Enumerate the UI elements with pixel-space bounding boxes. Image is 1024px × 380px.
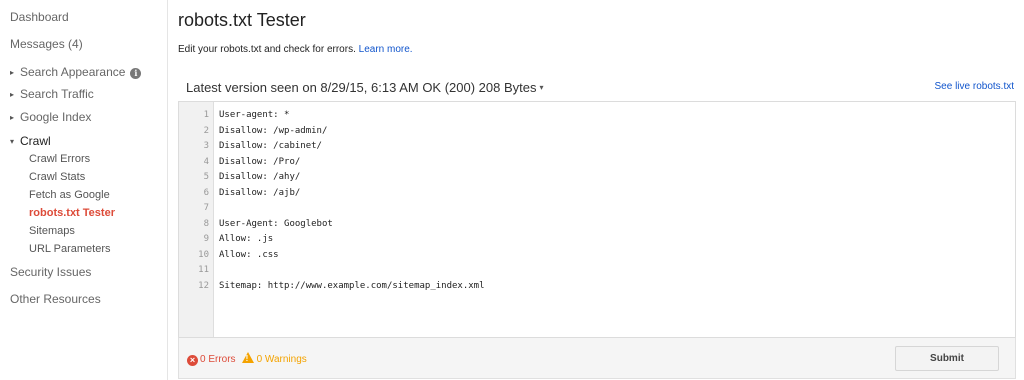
editor-footer: × 0 Errors! 0 Warnings Submit [178, 337, 1016, 379]
learn-more-link[interactable]: Learn more. [359, 44, 413, 55]
validation-status: × 0 Errors! 0 Warnings [187, 352, 307, 366]
sidebar-item-dashboard[interactable]: Dashboard [10, 10, 69, 24]
chevron-down-icon: ▾ [539, 83, 544, 92]
collapse-arrow-icon: ▾ [10, 137, 15, 146]
line-number: 9 [203, 234, 209, 244]
errors-count[interactable]: 0 Errors [200, 354, 236, 365]
line-number: 7 [203, 203, 209, 213]
line-number: 5 [203, 172, 209, 182]
submit-button[interactable]: Submit [895, 346, 999, 371]
expand-arrow-icon: ▸ [10, 113, 15, 122]
sidebar-item-messages[interactable]: Messages (4) [10, 37, 83, 51]
error-icon: × [187, 355, 198, 366]
sidebar-subitem-crawl-errors[interactable]: Crawl Errors [29, 153, 90, 165]
expand-arrow-icon: ▸ [10, 68, 15, 77]
code-text: User-Agent: Googlebot [219, 218, 333, 229]
code-text: Sitemap: http://www.example.com/sitemap_… [219, 280, 485, 291]
code-text: Disallow: /cabinet/ [219, 141, 322, 151]
sidebar-item-label: Search Appearance [20, 65, 126, 79]
sidebar-item-security-issues[interactable]: Security Issues [10, 265, 91, 279]
version-dropdown[interactable]: Latest version seen on 8/29/15, 6:13 AM … [186, 80, 544, 95]
sidebar: Dashboard Messages (4) ▸ Search Appearanc… [0, 0, 168, 380]
info-icon[interactable]: i [130, 68, 142, 79]
sidebar-item-crawl[interactable]: ▾ Crawl [10, 134, 51, 148]
code-text: User-agent: * [219, 110, 290, 120]
sidebar-item-search-appearance[interactable]: ▸ Search Appearance i [10, 65, 142, 79]
line-number: 12 [198, 280, 209, 291]
sidebar-subitem-sitemaps[interactable]: Sitemaps [29, 225, 75, 237]
see-live-robots-link[interactable]: See live robots.txt [935, 81, 1014, 92]
line-number: 3 [203, 141, 209, 151]
warning-glyph: ! [245, 354, 249, 363]
intro-label: Edit your robots.txt and check for error… [178, 44, 356, 55]
sidebar-subitem-crawl-stats[interactable]: Crawl Stats [29, 171, 85, 183]
line-number: 11 [198, 265, 209, 275]
intro-text: Edit your robots.txt and check for error… [178, 44, 413, 55]
code-text: Allow: .css [219, 249, 279, 260]
code-text: Disallow: /Pro/ [219, 156, 301, 167]
warning-icon: ! [241, 352, 254, 363]
line-number: 1 [203, 110, 209, 120]
sidebar-item-label: Crawl [20, 134, 51, 148]
sidebar-item-other-resources[interactable]: Other Resources [10, 292, 101, 306]
code-text: Disallow: /ajb/ [219, 187, 301, 198]
sidebar-item-label: Google Index [20, 110, 92, 124]
code-text: Disallow: /ahy/ [219, 172, 301, 182]
sidebar-subitem-robots-txt-tester[interactable]: robots.txt Tester [29, 207, 115, 219]
expand-arrow-icon: ▸ [10, 90, 15, 99]
version-label: Latest version seen on 8/29/15, 6:13 AM … [186, 80, 537, 95]
code-text: Disallow: /wp-admin/ [219, 125, 328, 136]
sidebar-item-label: Search Traffic [20, 87, 94, 101]
sidebar-item-google-index[interactable]: ▸ Google Index [10, 110, 91, 124]
line-number: 6 [203, 187, 209, 198]
sidebar-subitem-fetch-as-google[interactable]: Fetch as Google [29, 189, 110, 201]
line-number: 8 [203, 218, 209, 229]
robots-txt-editor[interactable]: 1 User-agent: * 2 Disallow: /wp-admin/3 Disa… [178, 101, 1016, 337]
line-number: 2 [203, 125, 209, 136]
line-number: 4 [203, 156, 209, 167]
sidebar-subitem-url-parameters[interactable]: URL Parameters [29, 243, 111, 255]
code-text: Allow: .js [219, 234, 274, 244]
page-title: robots.txt Tester [178, 10, 306, 30]
line-number: 10 [198, 249, 209, 260]
sidebar-item-search-traffic[interactable]: ▸ Search Traffic [10, 87, 94, 101]
warnings-count[interactable]: 0 Warnings [257, 354, 307, 365]
